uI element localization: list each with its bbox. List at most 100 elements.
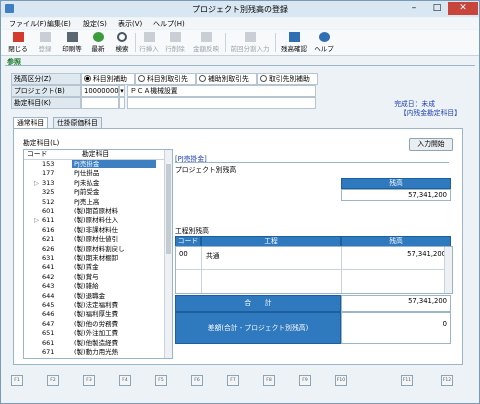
fkey-12[interactable]: F12	[441, 375, 453, 386]
fkey-4[interactable]: F4	[119, 375, 131, 386]
account-name: (製)原材仕値引	[74, 235, 119, 244]
fkey-7[interactable]: F7	[227, 375, 239, 386]
fkey-1[interactable]: F1	[11, 375, 23, 386]
account-name: (製)雑給	[74, 282, 99, 291]
account-code: 626	[42, 244, 55, 253]
tab-wip-accounts[interactable]: 仕掛原価科目	[53, 117, 102, 128]
scroll-thumb[interactable]	[166, 164, 171, 254]
insert-row-button[interactable]: 行挿入	[137, 31, 161, 54]
radio-dot-icon	[260, 75, 267, 82]
account-list-item[interactable]: 647 (製)他の労務費	[24, 320, 164, 328]
account-list-item[interactable]: ▷ 611 (製)原材料仕入	[24, 216, 164, 224]
account-code: 611	[42, 216, 55, 225]
account-list[interactable]: コード 勘定科目 153 PJ売掛金 177 PJ仕掛品 ▷ 313 PJ未払金 325 PJ前…	[23, 149, 173, 359]
radio-subject-client[interactable]: 科目別取引先	[135, 73, 196, 85]
expand-icon: ▷	[34, 178, 39, 187]
minimize-button[interactable]: –	[403, 2, 425, 15]
project-balance-value[interactable]: 57,341,200	[341, 189, 451, 201]
tab-normal-accounts[interactable]: 通常科目	[13, 117, 49, 128]
account-list-item[interactable]: 631 (製)期末材棚卸	[24, 254, 164, 262]
process-row-code[interactable]: 00	[179, 250, 188, 258]
fkey-8[interactable]: F8	[263, 375, 275, 386]
radio-client-aux[interactable]: 取引先別補助	[257, 73, 318, 85]
process-row-amount[interactable]: 57,341,200	[344, 250, 446, 258]
account-list-item[interactable]: 512 PJ売上高	[24, 198, 164, 206]
maximize-button[interactable]: □	[426, 2, 448, 15]
account-list-item[interactable]: 643 (製)雑給	[24, 282, 164, 290]
account-name: PJ売掛金	[72, 160, 156, 168]
account-list-item[interactable]: 645 (製)法定福利費	[24, 301, 164, 309]
search-button[interactable]: 検索	[111, 31, 133, 54]
input-start-button[interactable]: 入力開始	[409, 138, 453, 151]
account-list-item[interactable]: 661 (製)他製造経費	[24, 339, 164, 347]
menu-settings[interactable]: 設定(S)	[83, 19, 107, 29]
fkey-3[interactable]: F3	[83, 375, 95, 386]
account-label: 勘定科目(K)	[11, 97, 81, 109]
account-list-item[interactable]: 641 (製)賃金	[24, 263, 164, 271]
account-code-input[interactable]	[81, 97, 119, 109]
account-code: 671	[42, 348, 55, 356]
account-list-item[interactable]: 646 (製)福利厚生費	[24, 310, 164, 318]
close-window-button[interactable]: ✕	[448, 2, 478, 15]
print-button[interactable]: 印刷等	[59, 31, 85, 54]
project-code-input[interactable]: 10000000	[81, 85, 119, 97]
account-list-item[interactable]: 177 PJ仕掛品	[24, 169, 164, 177]
refresh-button-label: 最新	[91, 45, 105, 53]
split-input-button[interactable]: 前回分割入力	[229, 31, 271, 54]
account-list-item[interactable]: 642 (製)賞与	[24, 273, 164, 281]
menu-edit[interactable]: 編集(E)	[47, 19, 71, 29]
account-list-item[interactable]: 621 (製)原材仕値引	[24, 235, 164, 243]
account-list-scrollbar[interactable]	[164, 150, 172, 358]
save-button[interactable]: 登録	[33, 31, 57, 54]
header-code: コード	[27, 150, 48, 158]
account-list-item[interactable]: 601 (製)期首原材料	[24, 207, 164, 215]
radio-label: 科目別補助	[93, 75, 127, 83]
radio-subject-aux[interactable]: 科目別補助	[81, 73, 135, 85]
fkey-9[interactable]: F9	[299, 375, 311, 386]
radio-aux-client[interactable]: 補助別取引先	[196, 73, 257, 85]
account-list-item[interactable]: 671 (製)動力用光熱	[24, 348, 164, 356]
delete-row-button[interactable]: 行削除	[163, 31, 187, 54]
close-button[interactable]: 閉じる	[5, 31, 31, 54]
balance-check-button[interactable]: 残高確認	[279, 31, 309, 54]
account-code: 631	[42, 254, 55, 262]
grid-line	[341, 247, 342, 293]
menu-help[interactable]: ヘルプ(H)	[153, 19, 185, 29]
fkey-6[interactable]: F6	[191, 375, 203, 386]
account-list-item[interactable]: ▷ 313 PJ未払金	[24, 179, 164, 187]
account-code: 644	[42, 291, 55, 300]
delete-row-icon	[169, 32, 181, 42]
radio-dot-icon	[138, 75, 145, 82]
account-lookup-button[interactable]	[119, 97, 125, 109]
fkey-2[interactable]: F2	[47, 375, 59, 386]
account-name: (製)期末材棚卸	[74, 254, 119, 262]
menu-file[interactable]: ファイル(F)	[9, 19, 47, 29]
account-list-item[interactable]: 644 (製)退職金	[24, 292, 164, 300]
account-name: (製)原材料仕入	[74, 216, 119, 225]
project-lookup-button[interactable]: ▾	[119, 85, 125, 97]
menu-view[interactable]: 表示(V)	[118, 19, 142, 29]
amount-apply-button[interactable]: 金額反映	[191, 31, 221, 54]
process-row-name[interactable]: 共通	[206, 250, 220, 260]
account-name: (製)賞与	[74, 272, 99, 281]
account-list-item[interactable]: 651 (製)外注加工費	[24, 329, 164, 337]
account-list-item[interactable]: 626 (製)原材料割戻し	[24, 245, 164, 253]
refresh-button[interactable]: 最新	[87, 31, 109, 54]
fkey-11[interactable]: F11	[401, 375, 413, 386]
divider	[5, 65, 475, 66]
account-name: (製)外注加工費	[74, 329, 119, 338]
account-list-item[interactable]: 325 PJ前受金	[24, 188, 164, 196]
help-button[interactable]: ヘルプ	[313, 31, 335, 54]
fkey-5[interactable]: F5	[155, 375, 167, 386]
toolbar-separator	[225, 33, 226, 52]
account-code: 647	[42, 319, 55, 328]
account-name: (製)他の労務費	[74, 319, 119, 328]
search-icon	[117, 32, 127, 42]
account-list-item[interactable]: 616 (製)非課材料仕	[24, 226, 164, 234]
process-table-scrollbar[interactable]	[444, 247, 452, 293]
account-name: PJ前受金	[74, 188, 100, 197]
amount-apply-icon	[200, 32, 212, 42]
fkey-10[interactable]: F10	[335, 375, 347, 386]
account-code: 512	[42, 197, 55, 206]
account-list-item[interactable]: 153 PJ売掛金	[24, 160, 164, 168]
